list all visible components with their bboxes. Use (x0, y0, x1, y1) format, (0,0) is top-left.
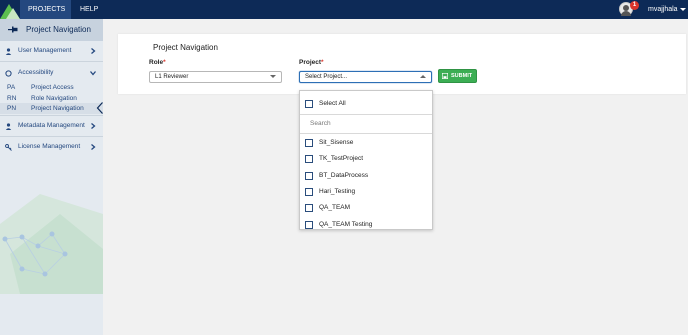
option-label: TK_TestProject (319, 155, 364, 162)
divider (300, 133, 432, 134)
project-select[interactable]: Select Project... (299, 71, 432, 83)
sidebar-item-metadata-management[interactable]: Metadata Management (0, 116, 103, 136)
sidebar-subitem-project-navigation[interactable]: PN Project Navigation (0, 103, 103, 114)
project-option[interactable]: TK_TestProject (300, 151, 432, 167)
sidebar-item-label: Metadata Management (18, 122, 85, 129)
project-select-value: Select Project... (305, 74, 348, 80)
sidebar-item-label: User Management (18, 47, 72, 54)
project-option[interactable]: QA_TEAM Testing (300, 217, 432, 229)
sidebar-item-label: License Management (18, 143, 81, 150)
select-all-option[interactable]: Select All (300, 96, 432, 112)
user-icon (5, 123, 12, 130)
sidebar-title: Project Navigation (26, 25, 91, 34)
project-option[interactable]: BT_DataProcess (300, 168, 432, 184)
chevron-right-icon (91, 123, 96, 129)
checkbox[interactable] (305, 221, 313, 229)
accessibility-icon (5, 70, 12, 77)
subitem-label: Project Access (31, 84, 74, 91)
chevron-right-icon (91, 48, 96, 54)
nav-help[interactable]: HELP (72, 0, 106, 19)
pin-icon[interactable] (8, 26, 18, 33)
nav-projects[interactable]: PROJECTS (20, 0, 71, 19)
subitem-abbr: PN (7, 105, 17, 112)
submit-button[interactable]: SUBMIT (438, 69, 477, 83)
checkbox[interactable] (305, 155, 313, 163)
top-bar: PROJECTS HELP 1 mvajjhala (0, 0, 688, 19)
checkbox[interactable] (305, 139, 313, 147)
option-label: BT_DataProcess (319, 172, 369, 179)
sidebar-item-accessibility[interactable]: Accessibility (0, 63, 103, 83)
chevron-down-icon (270, 75, 276, 78)
sidebar-item-license-management[interactable]: License Management (0, 137, 103, 157)
project-option[interactable]: QA_TEAM (300, 200, 432, 216)
chevron-right-icon (91, 144, 96, 150)
username-menu[interactable]: mvajjhala (648, 0, 678, 19)
sidebar-item-label: Accessibility (18, 69, 54, 76)
chevron-down-icon (90, 71, 96, 76)
checkbox[interactable] (305, 172, 313, 180)
app-logo[interactable] (0, 0, 20, 19)
sidebar: Project Navigation User Management Acces… (0, 19, 103, 335)
user-icon (5, 48, 12, 55)
key-icon (5, 144, 12, 151)
page-title: Project Navigation (153, 43, 218, 52)
chevron-down-icon[interactable] (680, 8, 686, 11)
sidebar-header: Project Navigation (0, 19, 103, 41)
save-icon (442, 73, 448, 79)
decorative-network-graphic (0, 194, 103, 294)
checkbox[interactable] (305, 100, 313, 108)
chevron-up-icon (420, 75, 426, 78)
active-indicator-icon (96, 102, 103, 114)
project-option[interactable]: Sit_Sisense (300, 135, 432, 151)
option-label: Sit_Sisense (319, 139, 354, 146)
subitem-abbr: PA (7, 84, 16, 91)
option-label: Hari_Testing (319, 188, 356, 195)
role-select-value: L1 Reviewer (155, 74, 189, 80)
sidebar-subitem-project-access[interactable]: PA Project Access (0, 82, 103, 93)
project-label: Project* (299, 59, 324, 66)
search-input[interactable] (310, 116, 428, 130)
option-label: QA_TEAM (319, 204, 351, 211)
divider (300, 114, 432, 115)
submit-label: SUBMIT (451, 73, 473, 79)
divider (0, 61, 103, 62)
role-label: Role* (149, 59, 166, 66)
sidebar-item-user-management[interactable]: User Management (0, 41, 103, 61)
subitem-label: Project Navigation (31, 105, 84, 112)
checkbox[interactable] (305, 188, 313, 196)
notification-badge[interactable]: 1 (630, 1, 639, 10)
project-option[interactable]: Hari_Testing (300, 184, 432, 200)
role-select[interactable]: L1 Reviewer (149, 71, 282, 83)
option-label: Select All (319, 100, 346, 107)
project-dropdown-menu: Select All Sit_Sisense TK_TestProject BT… (299, 90, 433, 230)
checkbox[interactable] (305, 204, 313, 212)
option-label: QA_TEAM Testing (319, 221, 373, 228)
